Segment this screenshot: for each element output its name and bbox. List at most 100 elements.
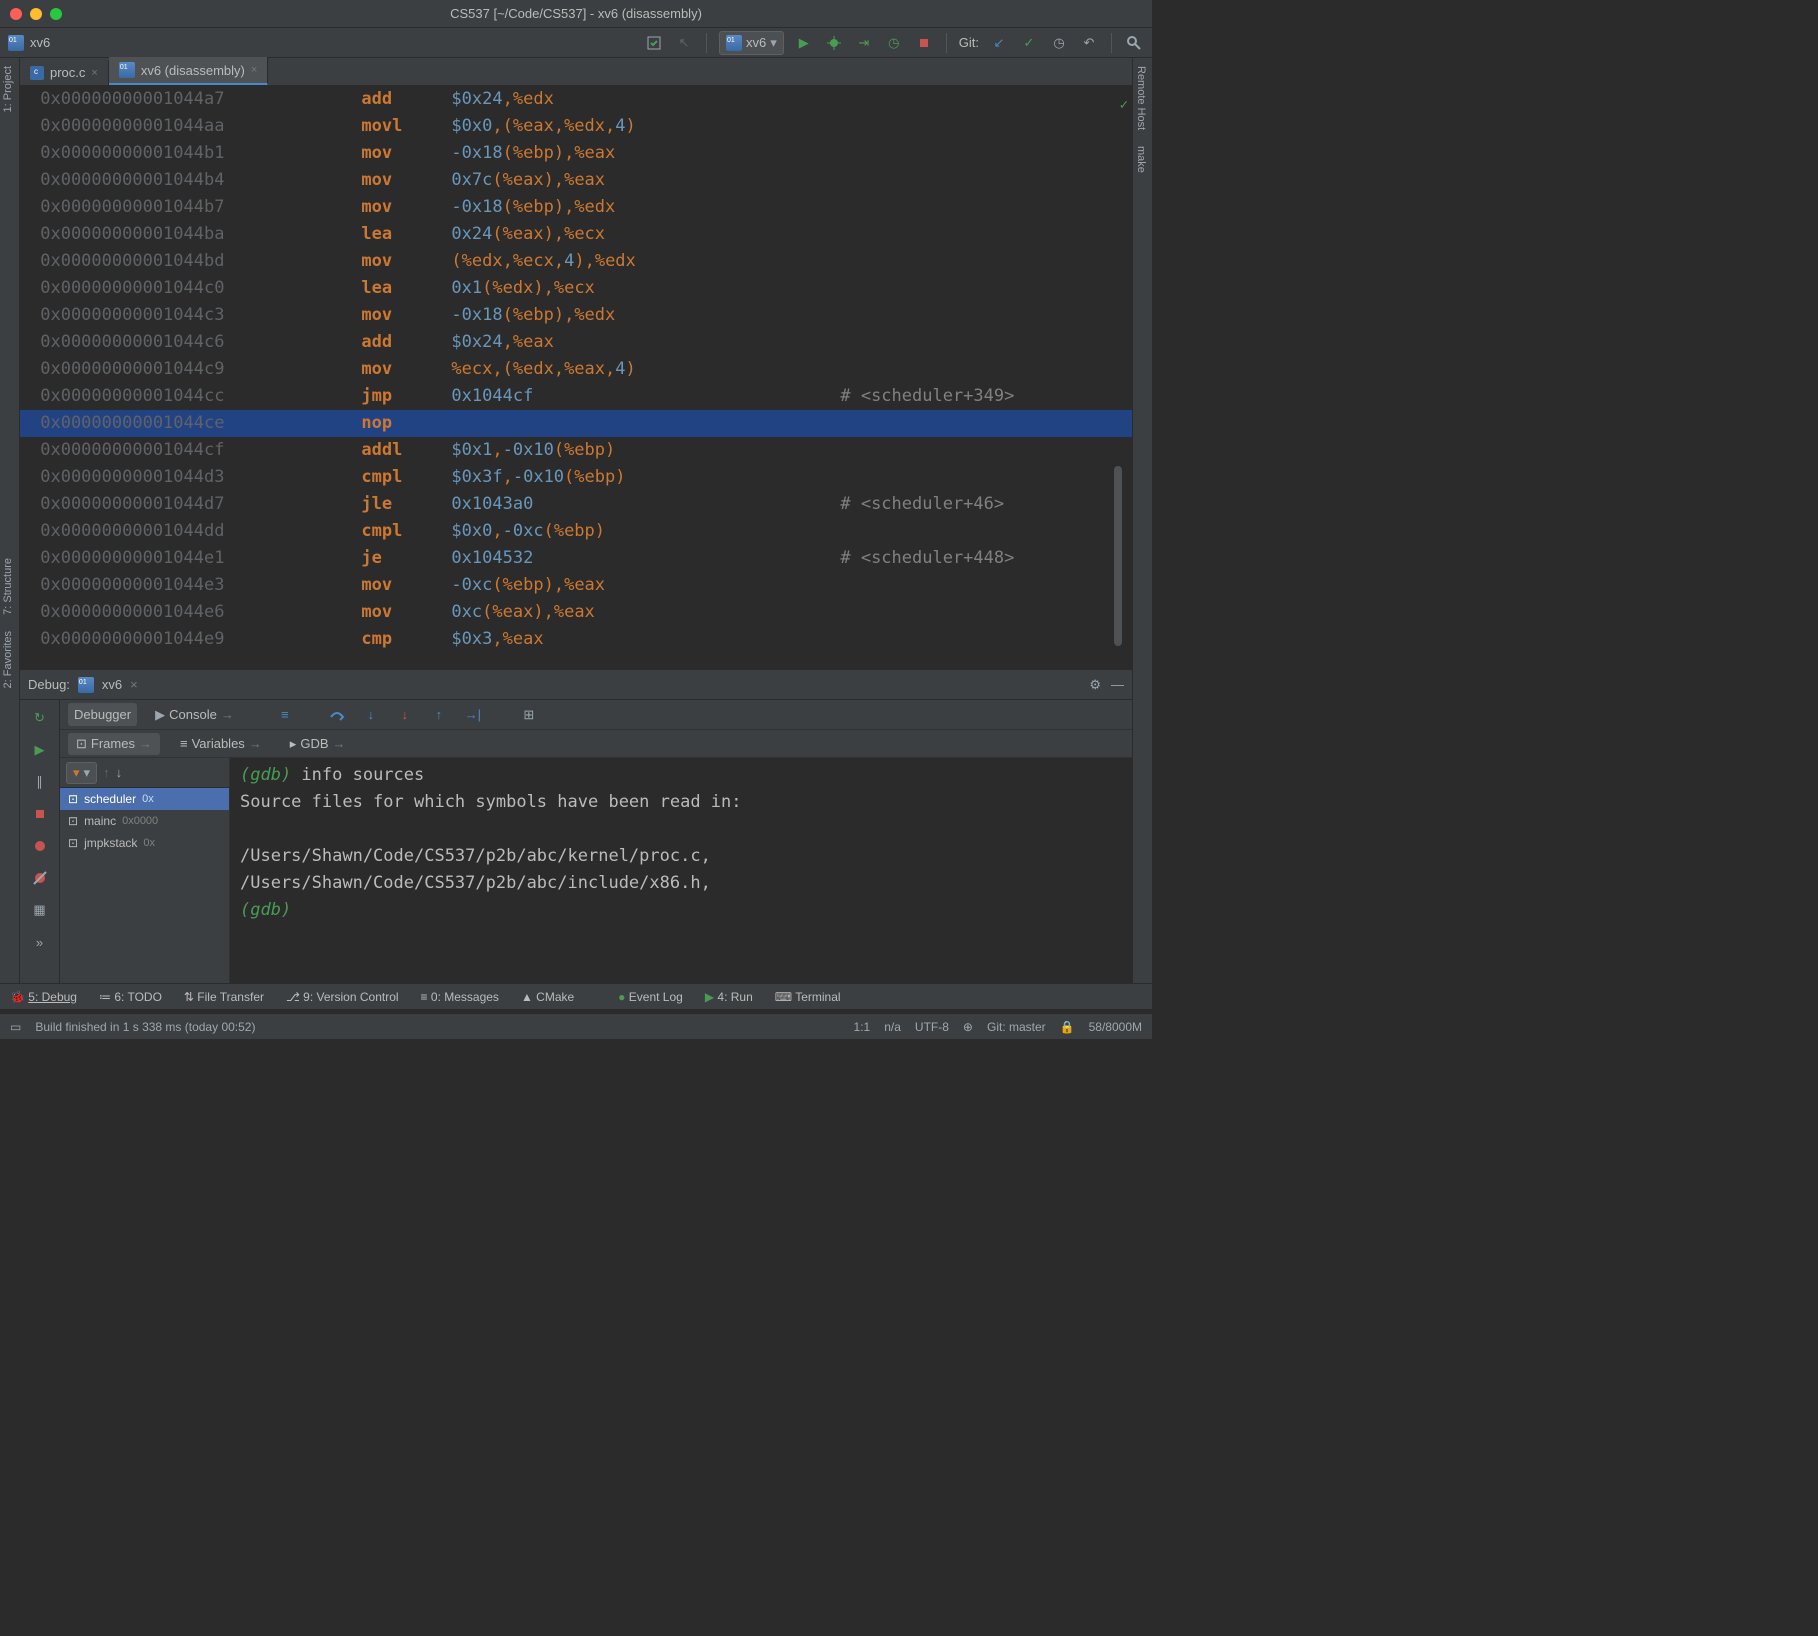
stop-button[interactable]	[914, 33, 934, 53]
asm-row[interactable]: 0x00000000001044ba lea0x24(%eax),%ecx	[20, 221, 1132, 248]
asm-address: 0x00000000001044e1	[20, 545, 300, 572]
cmake-bottom-tab[interactable]: ▲ CMake	[521, 990, 574, 1004]
asm-row[interactable]: 0x00000000001044b7 mov-0x18(%ebp),%edx	[20, 194, 1132, 221]
run-to-cursor-button[interactable]: →|	[462, 704, 484, 726]
asm-row[interactable]: 0x00000000001044e9 cmp$0x3,%eax	[20, 626, 1132, 653]
asm-mnemonic: cmp	[361, 626, 451, 653]
profile-button[interactable]: ◷	[884, 33, 904, 53]
rerun-button[interactable]: ↻	[28, 706, 52, 730]
remote-host-tool-tab[interactable]: Remote Host	[1133, 58, 1149, 138]
zoom-window-button[interactable]	[50, 8, 62, 20]
editor-tab-xv6-disassembly[interactable]: xv6 (disassembly) ×	[109, 57, 268, 85]
gdb-console[interactable]: (gdb) info sourcesSource files for which…	[230, 758, 1132, 1009]
todo-bottom-tab[interactable]: ≔ 6: TODO	[99, 990, 162, 1004]
asm-row[interactable]: 0x00000000001044cf addl$0x1,-0x10(%ebp)	[20, 437, 1132, 464]
minimize-window-button[interactable]	[30, 8, 42, 20]
more-button[interactable]: »	[28, 930, 52, 954]
asm-row[interactable]: 0x00000000001044e1 je0x104532 # <schedul…	[20, 545, 1132, 572]
insert-indicator[interactable]: ⊕	[963, 1020, 973, 1034]
messages-bottom-tab[interactable]: ≡ 0: Messages	[421, 990, 499, 1004]
vcs-bottom-tab[interactable]: ⎇ 9: Version Control	[286, 990, 399, 1004]
close-window-button[interactable]	[10, 8, 22, 20]
debug-minimize-icon[interactable]: —	[1111, 677, 1124, 693]
asm-row[interactable]: 0x00000000001044c9 mov%ecx,(%edx,%eax,4)	[20, 356, 1132, 383]
resume-button[interactable]: ▶	[28, 738, 52, 762]
stack-frame-item[interactable]: ⊡jmpkstack0x	[60, 832, 229, 854]
asm-row[interactable]: 0x00000000001044e6 mov0xc(%eax),%eax	[20, 599, 1132, 626]
debugger-tab[interactable]: Debugger	[68, 703, 137, 726]
asm-row[interactable]: 0x00000000001044c0 lea0x1(%edx),%ecx	[20, 275, 1132, 302]
terminal-bottom-tab[interactable]: ⌨ Terminal	[775, 990, 841, 1004]
attach-button[interactable]: ⇥	[854, 33, 874, 53]
config-name[interactable]: xv6	[30, 35, 50, 50]
run-bottom-tab[interactable]: ▶ 4: Run	[705, 990, 753, 1004]
asm-row[interactable]: 0x00000000001044cc jmp0x1044cf # <schedu…	[20, 383, 1132, 410]
git-branch[interactable]: Git: master	[987, 1020, 1046, 1034]
layout-button[interactable]: ▦	[28, 898, 52, 922]
force-step-into-button[interactable]: ↓	[394, 704, 416, 726]
build-button[interactable]	[644, 33, 664, 53]
asm-mnemonic: mov	[361, 356, 451, 383]
view-breakpoints-button[interactable]	[28, 834, 52, 858]
disassembly-editor[interactable]: ✓ 0x00000000001044a7 add$0x24,%edx 0x000…	[20, 86, 1132, 669]
asm-row[interactable]: 0x00000000001044c3 mov-0x18(%ebp),%edx	[20, 302, 1132, 329]
encoding[interactable]: UTF-8	[915, 1020, 949, 1034]
run-button[interactable]: ▶	[794, 33, 814, 53]
search-button[interactable]	[1124, 33, 1144, 53]
hammer-icon[interactable]: ↖	[674, 33, 694, 53]
git-history-button[interactable]: ◷	[1049, 33, 1069, 53]
close-tab-icon[interactable]: ×	[91, 67, 97, 79]
asm-row[interactable]: 0x00000000001044b4 mov0x7c(%eax),%eax	[20, 167, 1132, 194]
line-sep[interactable]: n/a	[884, 1020, 901, 1034]
variables-subtab[interactable]: ≡ Variables →	[172, 733, 270, 754]
inspection-ok-icon[interactable]: ✓	[1120, 92, 1128, 119]
debug-settings-icon[interactable]: ⚙	[1089, 677, 1101, 693]
asm-row[interactable]: 0x00000000001044c6 add$0x24,%eax	[20, 329, 1132, 356]
frame-down-button[interactable]: ↓	[116, 765, 123, 780]
show-exec-point-button[interactable]: ≡	[274, 704, 296, 726]
status-icon[interactable]: ▭	[10, 1020, 21, 1034]
asm-row[interactable]: 0x00000000001044e3 mov-0xc(%ebp),%eax	[20, 572, 1132, 599]
caret-position[interactable]: 1:1	[854, 1020, 871, 1034]
asm-row[interactable]: 0x00000000001044aa movl$0x0,(%eax,%edx,4…	[20, 113, 1132, 140]
stack-frame-item[interactable]: ⊡scheduler0x	[60, 788, 229, 810]
debug-bottom-tab[interactable]: 🐞 5: Debug	[10, 990, 77, 1004]
console-tab[interactable]: ▶Console→	[149, 703, 240, 727]
frames-subtab[interactable]: ⊡ Frames →	[68, 733, 160, 755]
git-revert-button[interactable]: ↶	[1079, 33, 1099, 53]
frame-up-button[interactable]: ↑	[103, 765, 110, 780]
git-commit-button[interactable]: ✓	[1019, 33, 1039, 53]
asm-row[interactable]: 0x00000000001044b1 mov-0x18(%ebp),%eax	[20, 140, 1132, 167]
structure-tool-tab[interactable]: 7: Structure	[0, 550, 16, 623]
editor-tab-proc-c[interactable]: proc.c ×	[20, 60, 109, 85]
step-over-button[interactable]	[326, 704, 348, 726]
asm-row[interactable]: 0x00000000001044bd mov(%edx,%ecx,4),%edx	[20, 248, 1132, 275]
file-transfer-bottom-tab[interactable]: ⇅ File Transfer	[184, 990, 264, 1004]
lock-icon[interactable]: 🔒	[1060, 1020, 1075, 1034]
editor-scrollbar[interactable]	[1114, 466, 1122, 646]
memory-indicator[interactable]: 58/8000M	[1089, 1020, 1142, 1034]
evaluate-button[interactable]: ⊞	[518, 704, 540, 726]
mute-breakpoints-button[interactable]	[28, 866, 52, 890]
asm-row[interactable]: 0x00000000001044dd cmpl$0x0,-0xc(%ebp)	[20, 518, 1132, 545]
asm-row[interactable]: 0x00000000001044a7 add$0x24,%edx	[20, 86, 1132, 113]
asm-row[interactable]: 0x00000000001044d7 jle0x1043a0 # <schedu…	[20, 491, 1132, 518]
debug-button[interactable]	[824, 33, 844, 53]
close-debug-tab-icon[interactable]: ×	[130, 677, 138, 692]
project-tool-tab[interactable]: 1: Project	[0, 58, 16, 120]
make-tool-tab[interactable]: make	[1133, 138, 1149, 181]
step-into-button[interactable]: ↓	[360, 704, 382, 726]
asm-row[interactable]: 0x00000000001044d3 cmpl$0x3f,-0x10(%ebp)	[20, 464, 1132, 491]
stop-debug-button[interactable]	[28, 802, 52, 826]
favorites-tool-tab[interactable]: 2: Favorites	[0, 623, 16, 696]
pause-button[interactable]: ∥	[28, 770, 52, 794]
close-tab-icon[interactable]: ×	[251, 64, 257, 76]
event-log-bottom-tab[interactable]: ● Event Log	[618, 990, 683, 1004]
thread-selector[interactable]: ▾▾	[66, 762, 97, 784]
step-out-button[interactable]: ↑	[428, 704, 450, 726]
git-update-button[interactable]: ↙	[989, 33, 1009, 53]
gdb-subtab[interactable]: ▸ GDB →	[282, 733, 354, 755]
stack-frame-item[interactable]: ⊡mainc0x0000	[60, 810, 229, 832]
asm-row[interactable]: 0x00000000001044ce nop	[20, 410, 1132, 437]
run-config-selector[interactable]: xv6 ▾	[719, 31, 784, 55]
